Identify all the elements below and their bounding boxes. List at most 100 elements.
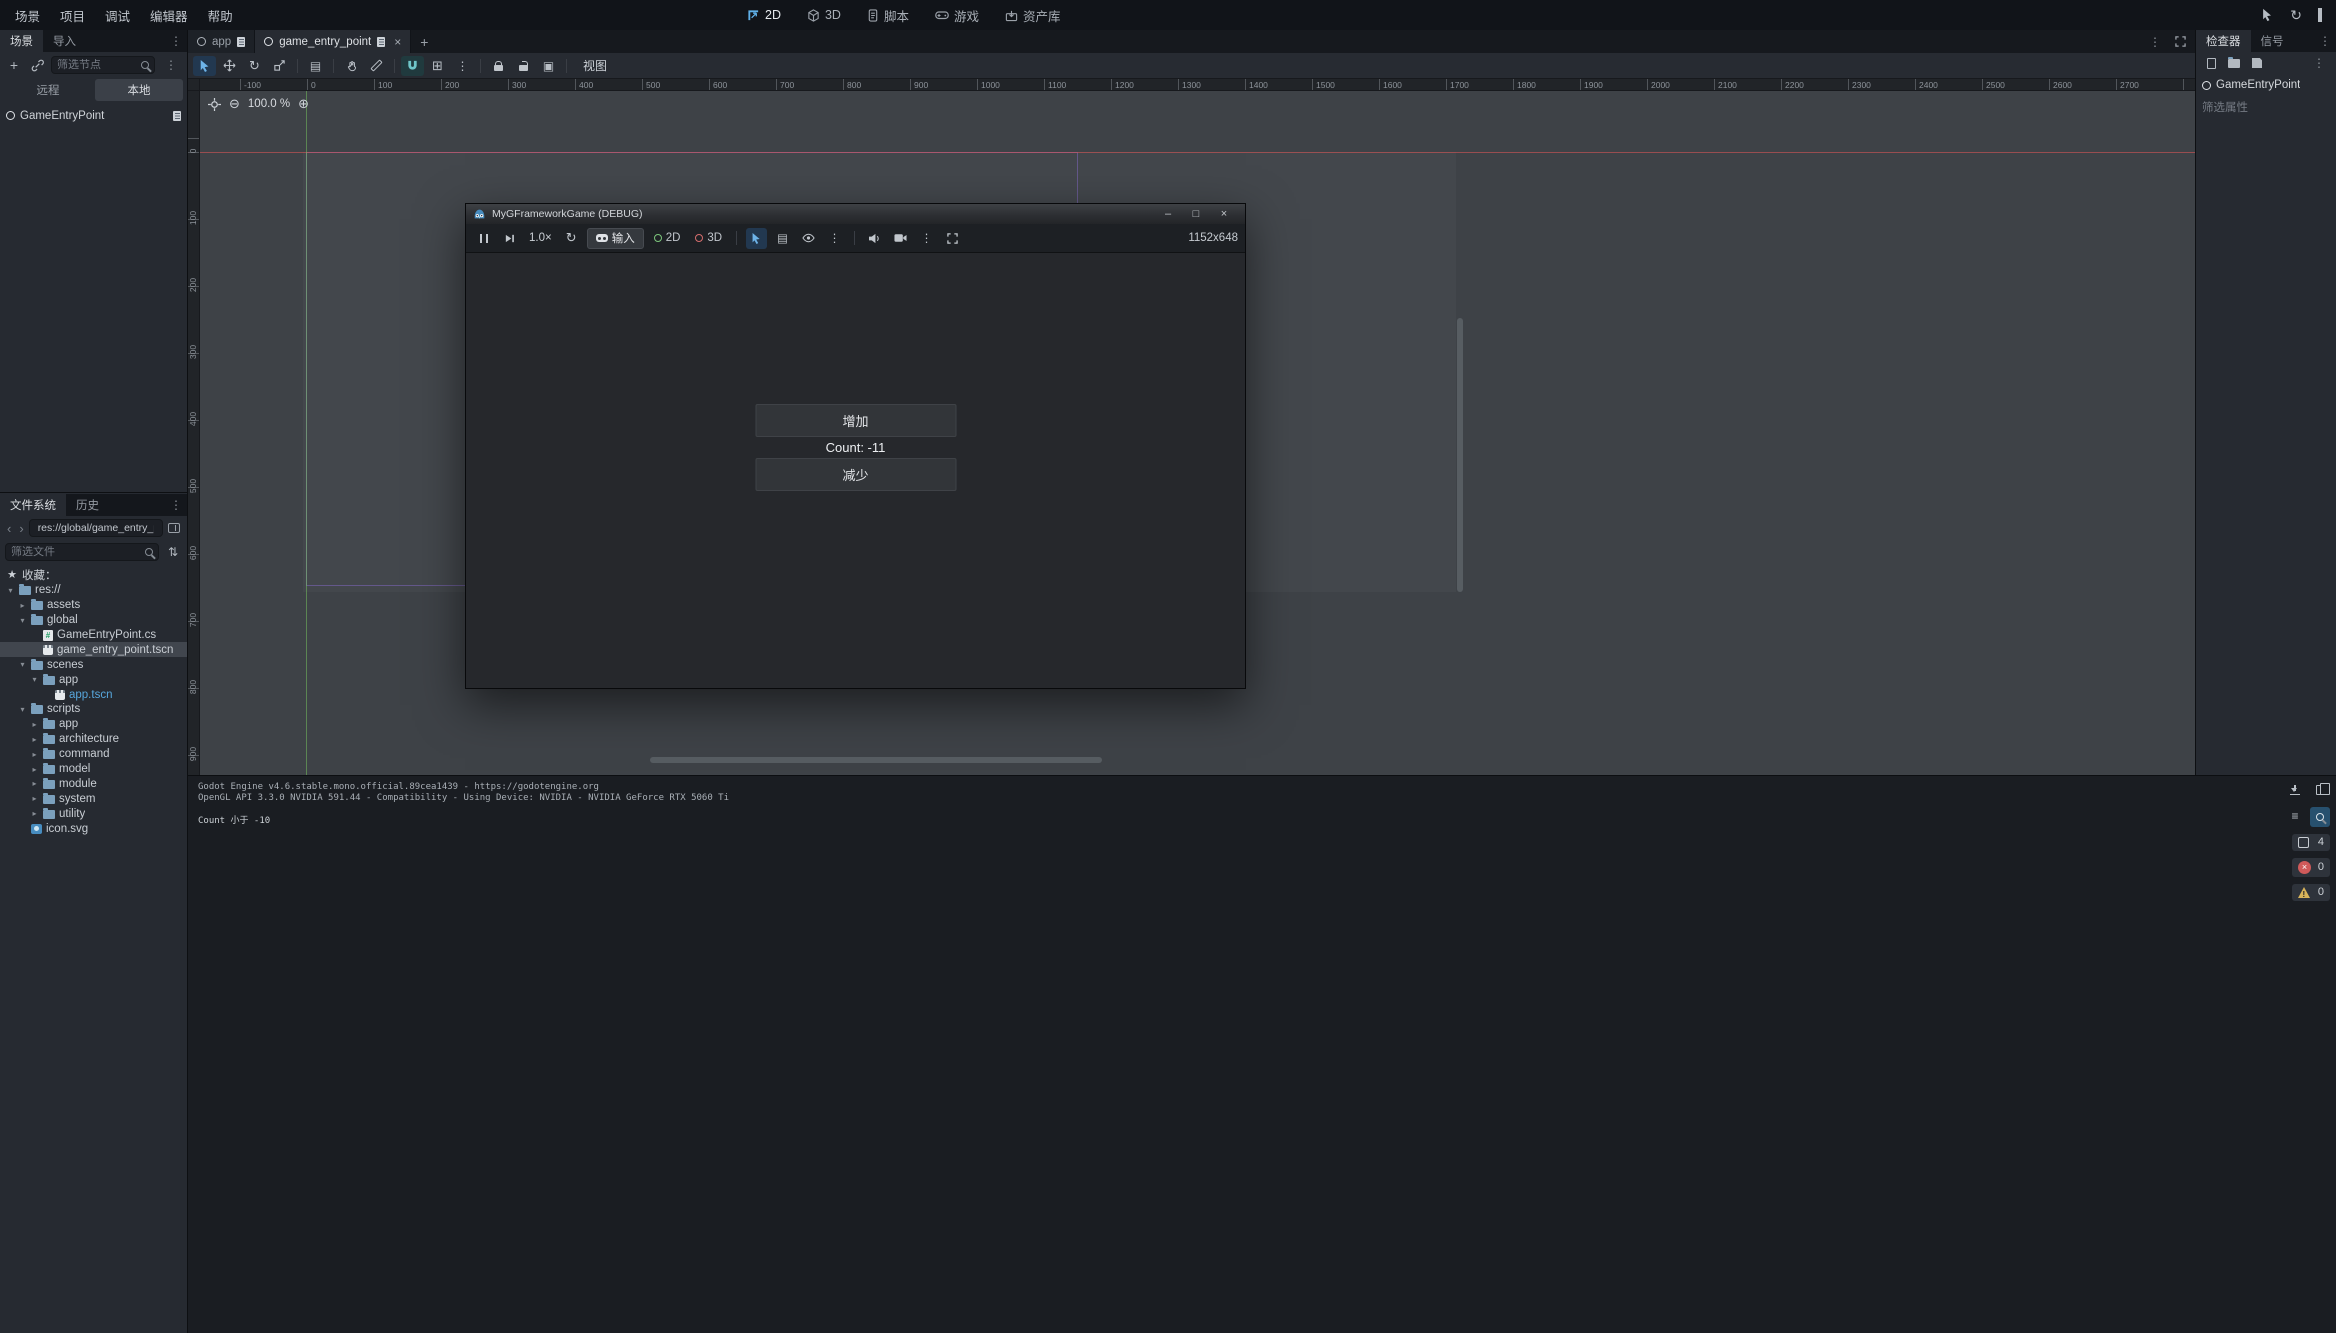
lock-object-icon[interactable]: [487, 56, 510, 76]
file-row-global[interactable]: ▾ global: [0, 613, 187, 628]
select-tool-icon[interactable]: [193, 56, 216, 76]
file-row-game-entry-point-tscn[interactable]: ▸ game_entry_point.tscn: [0, 642, 187, 657]
file-row-command[interactable]: ▸ command: [0, 747, 187, 762]
menu-debug[interactable]: 调试: [96, 2, 139, 29]
close-tab-icon[interactable]: ×: [394, 35, 401, 49]
zoom-in-icon[interactable]: ⊕: [298, 96, 309, 112]
view-menu-button[interactable]: 视图: [573, 55, 617, 76]
new-scene-tab-icon[interactable]: +: [411, 30, 437, 53]
game-view[interactable]: 增加 Count: -11 减少: [466, 253, 1245, 688]
menu-scene[interactable]: 场景: [6, 2, 49, 29]
file-row-model[interactable]: ▸ model: [0, 762, 187, 777]
tab-signals[interactable]: 信号: [2251, 30, 2294, 52]
camera-icon[interactable]: [890, 228, 911, 249]
kebab-icon[interactable]: ⋮: [165, 30, 187, 52]
close-window-icon[interactable]: ×: [1210, 208, 1238, 220]
audio-mute-icon[interactable]: [864, 228, 885, 249]
maximize-window-icon[interactable]: □: [1182, 208, 1210, 220]
collapse-icon[interactable]: ▸: [30, 809, 39, 818]
new-resource-icon[interactable]: [2202, 54, 2220, 72]
instance-scene-icon[interactable]: [28, 56, 46, 74]
workspace-2d[interactable]: 2D: [738, 5, 790, 25]
tab-scene[interactable]: 场景: [0, 30, 43, 52]
file-row-system[interactable]: ▸ system: [0, 791, 187, 806]
unlock-object-icon[interactable]: [512, 56, 535, 76]
pan-tool-icon[interactable]: [340, 56, 363, 76]
minimize-window-icon[interactable]: –: [1154, 208, 1182, 220]
kebab-icon[interactable]: ⋮: [2308, 56, 2330, 70]
file-row-app-folder[interactable]: ▾ app: [0, 672, 187, 687]
remote-tab[interactable]: 远程: [4, 79, 92, 101]
expand-icon[interactable]: ▾: [18, 705, 27, 714]
collapse-icon[interactable]: ▸: [30, 735, 39, 744]
smart-snap-icon[interactable]: [401, 56, 424, 76]
nav-back-icon[interactable]: ‹: [4, 521, 14, 536]
inspector-filter[interactable]: 筛选属性: [2196, 96, 2336, 118]
messages-filter-badge[interactable]: 4: [2292, 834, 2330, 851]
load-resource-icon[interactable]: [2225, 54, 2243, 72]
game-debug-window[interactable]: MyGFrameworkGame (DEBUG) – □ × 1.0× ↻ 输入…: [465, 203, 1246, 689]
reset-zoom-icon[interactable]: ↻: [561, 228, 582, 249]
kebab-icon[interactable]: ⋮: [2314, 30, 2336, 52]
kebab-icon[interactable]: ⋮: [2144, 35, 2166, 49]
collapse-icon[interactable]: ▸: [30, 720, 39, 729]
grid-snap-icon[interactable]: ⊞: [426, 56, 449, 76]
collapse-icon[interactable]: ▸: [30, 779, 39, 788]
file-row-scenes[interactable]: ▾ scenes: [0, 657, 187, 672]
list-select-icon[interactable]: ▤: [304, 56, 327, 76]
play-icon[interactable]: [2261, 8, 2274, 22]
scene-filter-input[interactable]: [57, 59, 137, 71]
scene-tree-root-node[interactable]: GameEntryPoint: [0, 107, 187, 124]
route-input-toggle[interactable]: 输入: [587, 228, 644, 249]
move-tool-icon[interactable]: [218, 56, 241, 76]
file-row-app-tscn[interactable]: ▸ app.tscn: [0, 687, 187, 702]
file-filter-input[interactable]: [11, 546, 141, 558]
script-icon[interactable]: [173, 111, 181, 121]
kebab-icon[interactable]: ⋮: [916, 228, 937, 249]
tab-import[interactable]: 导入: [43, 30, 86, 52]
rotate-tool-icon[interactable]: ↻: [243, 56, 266, 76]
game-select-mode-icon[interactable]: [746, 228, 767, 249]
nav-forward-icon[interactable]: ›: [16, 521, 26, 536]
workspace-script[interactable]: 脚本: [858, 3, 918, 28]
save-resource-icon[interactable]: [2248, 54, 2266, 72]
file-row-architecture[interactable]: ▸ architecture: [0, 732, 187, 747]
local-tab[interactable]: 本地: [95, 79, 183, 101]
camera-override-2d-button[interactable]: 2D: [649, 232, 686, 244]
collapse-log-icon[interactable]: ≡: [2285, 807, 2305, 827]
node-list-mode-icon[interactable]: ▤: [772, 228, 793, 249]
restart-icon[interactable]: ↻: [2290, 7, 2302, 24]
tab-history[interactable]: 历史: [66, 494, 109, 516]
search-log-icon[interactable]: [2310, 807, 2330, 827]
expand-panel-icon[interactable]: [2175, 36, 2186, 47]
split-view-icon[interactable]: [165, 519, 183, 537]
sort-icon[interactable]: ⇅: [164, 543, 182, 561]
viewport-horizontal-scrollbar[interactable]: [650, 757, 1102, 763]
expand-icon[interactable]: ▾: [30, 675, 39, 684]
center-view-icon[interactable]: [208, 98, 221, 111]
kebab-icon[interactable]: ⋮: [165, 494, 187, 516]
file-row-icon-svg[interactable]: ▸ icon.svg: [0, 821, 187, 836]
kebab-icon[interactable]: ⋮: [824, 228, 845, 249]
ruler-tool-icon[interactable]: [365, 56, 388, 76]
path-input[interactable]: [36, 521, 156, 535]
zoom-level-label[interactable]: 100.0 %: [248, 98, 290, 110]
camera-override-3d-button[interactable]: 3D: [690, 232, 727, 244]
next-frame-icon[interactable]: [499, 228, 520, 249]
visibility-icon[interactable]: [798, 228, 819, 249]
output-log[interactable]: Godot Engine v4.6.stable.mono.official.8…: [188, 776, 2336, 827]
viewport-vertical-scrollbar[interactable]: [1457, 318, 1463, 592]
scene-tab-game-entry-point[interactable]: game_entry_point ×: [255, 30, 411, 53]
snap-options-kebab-icon[interactable]: ⋮: [451, 56, 474, 76]
menu-help[interactable]: 帮助: [199, 2, 242, 29]
file-row-module[interactable]: ▸ module: [0, 776, 187, 791]
workspace-assetlib[interactable]: 资产库: [996, 3, 1070, 28]
group-object-icon[interactable]: ▣: [537, 56, 560, 76]
workspace-3d[interactable]: 3D: [798, 5, 850, 25]
errors-filter-badge[interactable]: 0: [2292, 858, 2330, 877]
file-row-scripts-app[interactable]: ▸ app: [0, 717, 187, 732]
copy-log-icon[interactable]: [2310, 780, 2330, 800]
menu-editor[interactable]: 编辑器: [141, 2, 197, 29]
game-zoom-label[interactable]: 1.0×: [525, 232, 556, 244]
collapse-icon[interactable]: ▸: [18, 601, 27, 610]
